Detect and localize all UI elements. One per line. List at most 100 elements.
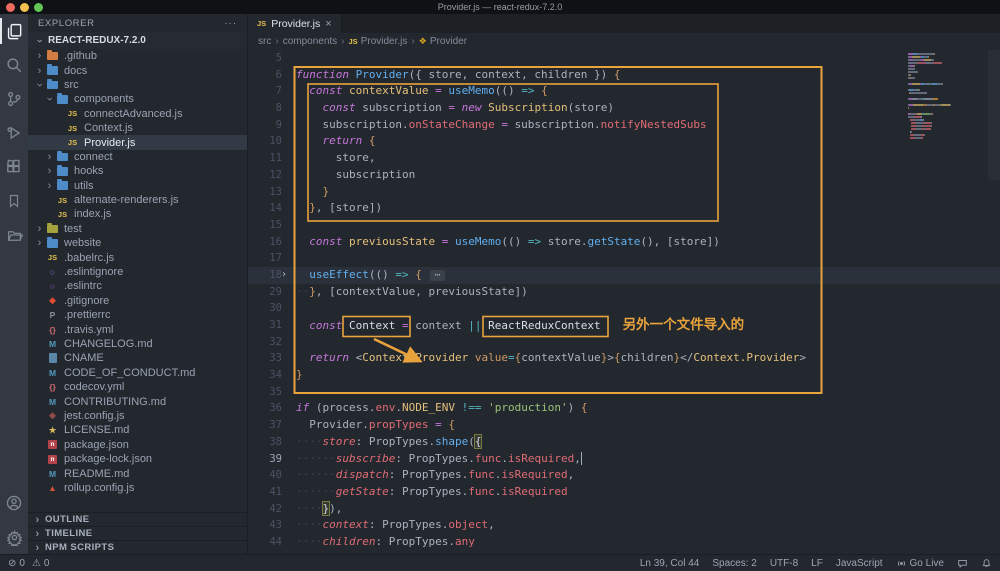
- code-line-43[interactable]: 43····context: PropTypes.object,: [248, 517, 1000, 534]
- tree-item-cname[interactable]: CNAME: [28, 351, 247, 365]
- tree-item-website[interactable]: ›website: [28, 236, 247, 250]
- code-line-31[interactable]: 31 const Context = context || ReactRedux…: [248, 317, 1000, 334]
- tree-item-code_of_conduct-md[interactable]: MCODE_OF_CONDUCT.md: [28, 366, 247, 380]
- editor-scrollbar[interactable]: [988, 50, 1000, 180]
- status-go-live[interactable]: Go Live: [896, 558, 944, 569]
- code-line-5[interactable]: 5: [248, 50, 1000, 67]
- section-npm-scripts[interactable]: ›NPM SCRIPTS: [28, 540, 247, 554]
- breadcrumb-item-provider.js[interactable]: JSProvider.js: [349, 36, 408, 47]
- line-number: 30: [248, 300, 292, 317]
- tree-item-connect[interactable]: ›connect: [28, 150, 247, 164]
- code-line-9[interactable]: 9 subscription.onStateChange = subscript…: [248, 117, 1000, 134]
- tree-item-rollup-config-js[interactable]: ▲rollup.config.js: [28, 481, 247, 495]
- code-line-38[interactable]: 38····store: PropTypes.shape({: [248, 434, 1000, 451]
- line-number: 13: [248, 184, 292, 201]
- tree-item--babelrc-js[interactable]: JS.babelrc.js: [28, 250, 247, 264]
- breadcrumb-item-src[interactable]: src: [258, 36, 271, 47]
- settings-icon[interactable]: [0, 520, 28, 554]
- code-line-29[interactable]: 29··}, [contextValue, previousState]): [248, 284, 1000, 301]
- source-control-icon[interactable]: [0, 82, 28, 116]
- section-outline[interactable]: ›OUTLINE: [28, 512, 247, 526]
- tree-item-jest-config-js[interactable]: ◈jest.config.js: [28, 409, 247, 423]
- tree-item-contributing-md[interactable]: MCONTRIBUTING.md: [28, 394, 247, 408]
- tree-item-package-json[interactable]: npackage.json: [28, 438, 247, 452]
- tree-item-hooks[interactable]: ›hooks: [28, 164, 247, 178]
- project-root-row[interactable]: › REACT-REDUX-7.2.0: [28, 32, 247, 49]
- code-line-14[interactable]: 14 }, [store]): [248, 200, 1000, 217]
- account-icon[interactable]: [0, 486, 28, 520]
- extensions-icon[interactable]: [0, 150, 28, 184]
- minimap[interactable]: [908, 50, 966, 140]
- code-line-15[interactable]: 15: [248, 217, 1000, 234]
- code-line-34[interactable]: 34}: [248, 367, 1000, 384]
- code-line-36[interactable]: 36if (process.env.NODE_ENV !== 'producti…: [248, 400, 1000, 417]
- tree-item--eslintrc[interactable]: ○.eslintrc: [28, 279, 247, 293]
- tree-item-docs[interactable]: ›docs: [28, 63, 247, 77]
- fold-chevron-icon[interactable]: ›: [281, 267, 287, 284]
- tree-item--prettierrc[interactable]: P.prettierrc: [28, 308, 247, 322]
- line-number: 14: [248, 200, 292, 217]
- explorer-icon[interactable]: [0, 14, 28, 48]
- code-line-41[interactable]: 41······getState: PropTypes.func.isRequi…: [248, 484, 1000, 501]
- tree-item-codecov-yml[interactable]: {}codecov.yml: [28, 380, 247, 394]
- code-line-32[interactable]: 32: [248, 334, 1000, 351]
- code-line-11[interactable]: 11 store,: [248, 150, 1000, 167]
- line-content: }: [292, 367, 303, 384]
- breadcrumb-item-provider[interactable]: ❖Provider: [419, 36, 467, 47]
- tree-item-license-md[interactable]: ★LICENSE.md: [28, 423, 247, 437]
- code-line-35[interactable]: 35: [248, 384, 1000, 401]
- project-manager-icon[interactable]: [0, 218, 28, 252]
- code-line-12[interactable]: 12 subscription: [248, 167, 1000, 184]
- tree-item--github[interactable]: ›.github: [28, 49, 247, 63]
- tree-item-index-js[interactable]: JSindex.js: [28, 207, 247, 221]
- tree-item-src[interactable]: ›src: [28, 78, 247, 92]
- status-feedback-icon[interactable]: [957, 558, 968, 569]
- tree-item-context-js[interactable]: JSContext.js: [28, 121, 247, 135]
- tree-item--gitignore[interactable]: ◆.gitignore: [28, 294, 247, 308]
- code-line-8[interactable]: 8 const subscription = new Subscription(…: [248, 100, 1000, 117]
- tree-item-connectadvanced-js[interactable]: JSconnectAdvanced.js: [28, 107, 247, 121]
- status-javascript[interactable]: JavaScript: [836, 558, 883, 569]
- tree-item-alternate-renderers-js[interactable]: JSalternate-renderers.js: [28, 193, 247, 207]
- search-icon[interactable]: [0, 48, 28, 82]
- code-line-16[interactable]: 16 const previousState = useMemo(() => s…: [248, 234, 1000, 251]
- status-lf[interactable]: LF: [811, 558, 823, 569]
- code-line-10[interactable]: 10 return {: [248, 133, 1000, 150]
- tree-item--eslintignore[interactable]: ○.eslintignore: [28, 265, 247, 279]
- code-line-44[interactable]: 44····children: PropTypes.any: [248, 534, 1000, 551]
- bookmarks-icon[interactable]: [0, 184, 28, 218]
- section-timeline[interactable]: ›TIMELINE: [28, 526, 247, 540]
- code-line-42[interactable]: 42····}),: [248, 501, 1000, 518]
- status-bell-icon[interactable]: [981, 558, 992, 569]
- run-debug-icon[interactable]: [0, 116, 28, 150]
- status-ln-39-col-44[interactable]: Ln 39, Col 44: [640, 558, 700, 569]
- tree-item--travis-yml[interactable]: {}.travis.yml: [28, 322, 247, 336]
- tree-item-test[interactable]: ›test: [28, 222, 247, 236]
- code-line-37[interactable]: 37 Provider.propTypes = {: [248, 417, 1000, 434]
- explorer-actions-icon[interactable]: ···: [225, 18, 238, 29]
- tree-item-utils[interactable]: ›utils: [28, 179, 247, 193]
- status-spaces-2[interactable]: Spaces: 2: [712, 558, 756, 569]
- breadcrumb-item-components[interactable]: components: [283, 36, 337, 47]
- close-icon[interactable]: ×: [325, 18, 331, 30]
- tree-item-components[interactable]: ›components: [28, 92, 247, 106]
- status-utf-8[interactable]: UTF-8: [770, 558, 798, 569]
- status-warning-icon[interactable]: ⚠0: [32, 558, 50, 569]
- chevron-right-icon: ›: [44, 151, 55, 163]
- code-editor[interactable]: 56function Provider({ store, context, ch…: [248, 50, 1000, 554]
- tab-provider.js[interactable]: JSProvider.js×: [248, 14, 342, 33]
- code-line-13[interactable]: 13 }: [248, 184, 1000, 201]
- code-line-6[interactable]: 6function Provider({ store, context, chi…: [248, 67, 1000, 84]
- code-line-40[interactable]: 40······dispatch: PropTypes.func.isRequi…: [248, 467, 1000, 484]
- tree-item-changelog-md[interactable]: MCHANGELOG.md: [28, 337, 247, 351]
- code-line-30[interactable]: 30: [248, 300, 1000, 317]
- code-line-39[interactable]: 39······subscribe: PropTypes.func.isRequ…: [248, 451, 1000, 468]
- code-line-18[interactable]: 18› useEffect(() => { ⋯: [248, 267, 1000, 284]
- code-line-7[interactable]: 7 const contextValue = useMemo(() => {: [248, 83, 1000, 100]
- status-error-icon[interactable]: ⊘0: [8, 558, 25, 569]
- tree-item-provider-js[interactable]: JSProvider.js: [28, 135, 247, 149]
- code-line-33[interactable]: 33 return <Context.Provider value={conte…: [248, 350, 1000, 367]
- tree-item-package-lock-json[interactable]: npackage-lock.json: [28, 452, 247, 466]
- tree-item-readme-md[interactable]: MREADME.md: [28, 466, 247, 480]
- code-line-17[interactable]: 17: [248, 250, 1000, 267]
